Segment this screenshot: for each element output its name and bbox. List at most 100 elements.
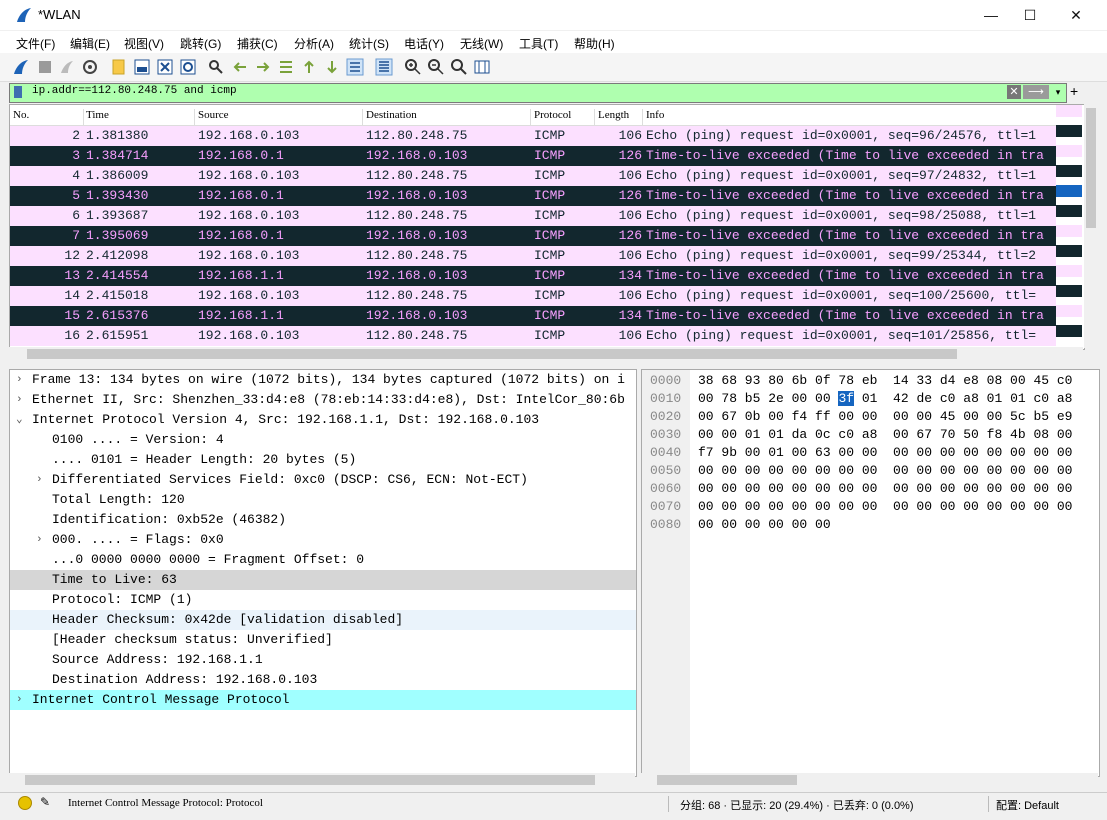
hex-row[interactable]: 0040 f7 9b 00 01 00 63 00 00 00 00 00 00 … bbox=[642, 444, 1099, 462]
packet-row[interactable]: 16 2.615951 192.168.0.103 112.80.248.75 ICMP… bbox=[10, 326, 1056, 346]
bytes-horizontal-scrollbar[interactable] bbox=[641, 773, 1098, 787]
packet-row[interactable]: 7 1.395069 192.168.0.1 192.168.0.103 ICMP 126… bbox=[10, 226, 1056, 246]
details-horizontal-scrollbar[interactable] bbox=[9, 773, 635, 787]
scrollbar-thumb[interactable] bbox=[25, 775, 595, 785]
hex-bytes[interactable]: 00 00 00 00 00 00 00 00 00 00 00 00 00 0… bbox=[698, 462, 1072, 480]
add-filter-button[interactable]: + bbox=[1070, 83, 1078, 99]
display-filter-input[interactable]: ip.addr==112.80.248.75 and icmp bbox=[32, 85, 237, 97]
menu-help[interactable]: 帮助(H) bbox=[574, 35, 615, 52]
menu-telephony[interactable]: 电话(Y) bbox=[404, 35, 444, 52]
reload-icon[interactable] bbox=[179, 58, 197, 76]
autoscroll-icon[interactable] bbox=[346, 58, 364, 76]
expand-chevron-icon[interactable]: › bbox=[16, 370, 23, 390]
resize-columns-icon[interactable] bbox=[473, 58, 491, 76]
packet-row[interactable]: 2 1.381380 192.168.0.103 112.80.248.75 ICMP 1… bbox=[10, 126, 1056, 146]
display-filter-bar[interactable]: ip.addr==112.80.248.75 and icmp ✕ ⟶ ▾ bbox=[9, 83, 1067, 103]
detail-tree-item[interactable]: › Ethernet II, Src: Shenzhen_33:d4:e8 (78… bbox=[10, 390, 636, 410]
menu-file[interactable]: 文件(F) bbox=[16, 35, 55, 52]
selected-byte[interactable]: 3f bbox=[838, 391, 855, 406]
zoom-normal-icon[interactable] bbox=[450, 58, 468, 76]
menu-edit[interactable]: 编辑(E) bbox=[70, 35, 110, 52]
detail-tree-item[interactable]: Header Checksum: 0x42de [validation disa… bbox=[10, 610, 636, 630]
packet-minimap[interactable] bbox=[1056, 105, 1082, 349]
go-to-packet-icon[interactable] bbox=[277, 58, 295, 76]
options-icon[interactable] bbox=[81, 58, 99, 76]
menu-analyze[interactable]: 分析(A) bbox=[294, 35, 334, 52]
detail-tree-item[interactable]: › Internet Control Message Protocol bbox=[10, 690, 636, 710]
packet-list-horizontal-scrollbar[interactable] bbox=[9, 347, 1083, 361]
menu-statistics[interactable]: 统计(S) bbox=[349, 35, 389, 52]
go-back-icon[interactable] bbox=[231, 58, 249, 76]
expand-chevron-icon[interactable]: › bbox=[36, 530, 43, 550]
detail-tree-item[interactable]: [Header checksum status: Unverified] bbox=[10, 630, 636, 650]
zoom-in-icon[interactable] bbox=[404, 58, 422, 76]
detail-tree-item[interactable]: › Frame 13: 134 bytes on wire (1072 bits)… bbox=[10, 370, 636, 390]
find-icon[interactable] bbox=[207, 58, 225, 76]
maximize-button[interactable]: ☐ bbox=[1007, 0, 1053, 30]
packet-row[interactable]: 15 2.615376 192.168.1.1 192.168.0.103 ICMP 13… bbox=[10, 306, 1056, 326]
hex-bytes[interactable]: 00 67 0b 00 f4 ff 00 00 00 00 45 00 00 5… bbox=[698, 408, 1072, 426]
status-profile[interactable]: 配置: Default bbox=[996, 797, 1059, 813]
column-header-destination[interactable]: Destination bbox=[366, 109, 531, 125]
detail-tree-item[interactable]: Destination Address: 192.168.0.103 bbox=[10, 670, 636, 690]
column-header-info[interactable]: Info bbox=[646, 109, 1046, 125]
menu-tools[interactable]: 工具(T) bbox=[519, 35, 558, 52]
expert-info-icon[interactable] bbox=[18, 796, 32, 810]
packet-list-vertical-scrollbar[interactable] bbox=[1084, 104, 1098, 348]
menu-capture[interactable]: 捕获(C) bbox=[237, 35, 278, 52]
detail-tree-item[interactable]: › 000. .... = Flags: 0x0 bbox=[10, 530, 636, 550]
hex-row[interactable]: 0020 00 67 0b 00 f4 ff 00 00 00 00 45 00 … bbox=[642, 408, 1099, 426]
collapse-chevron-icon[interactable]: ⌄ bbox=[16, 410, 23, 430]
go-first-icon[interactable] bbox=[300, 58, 318, 76]
packet-row[interactable]: 3 1.384714 192.168.0.1 192.168.0.103 ICMP 126… bbox=[10, 146, 1056, 166]
colorize-icon[interactable] bbox=[375, 58, 393, 76]
save-file-icon[interactable] bbox=[133, 58, 151, 76]
capture-comment-icon[interactable]: ✎ bbox=[40, 795, 50, 809]
clear-filter-icon[interactable]: ✕ bbox=[1007, 85, 1021, 99]
close-button[interactable]: ✕ bbox=[1053, 0, 1099, 30]
hex-bytes[interactable]: 00 00 00 00 00 00 bbox=[698, 516, 831, 534]
detail-tree-item[interactable]: Source Address: 192.168.1.1 bbox=[10, 650, 636, 670]
scrollbar-thumb[interactable] bbox=[1086, 108, 1096, 228]
restart-icon[interactable] bbox=[58, 58, 76, 76]
detail-tree-item[interactable]: Identification: 0xb52e (46382) bbox=[10, 510, 636, 530]
hex-row[interactable]: 0050 00 00 00 00 00 00 00 00 00 00 00 00 … bbox=[642, 462, 1099, 480]
expand-chevron-icon[interactable]: › bbox=[16, 390, 23, 410]
hex-bytes[interactable]: f7 9b 00 01 00 63 00 00 00 00 00 00 00 0… bbox=[698, 444, 1072, 462]
packet-row[interactable]: 14 2.415018 192.168.0.103 112.80.248.75 ICMP… bbox=[10, 286, 1056, 306]
bookmark-icon[interactable] bbox=[14, 86, 22, 98]
hex-row[interactable]: 0070 00 00 00 00 00 00 00 00 00 00 00 00 … bbox=[642, 498, 1099, 516]
packet-row[interactable]: 6 1.393687 192.168.0.103 112.80.248.75 ICMP 1… bbox=[10, 206, 1056, 226]
filter-history-dropdown-icon[interactable]: ▾ bbox=[1052, 85, 1064, 99]
open-file-icon[interactable] bbox=[110, 58, 128, 76]
detail-tree-item[interactable]: › Differentiated Services Field: 0xc0 (DS… bbox=[10, 470, 636, 490]
menu-view[interactable]: 视图(V) bbox=[124, 35, 164, 52]
packet-row[interactable]: 12 2.412098 192.168.0.103 112.80.248.75 ICMP… bbox=[10, 246, 1056, 266]
go-forward-icon[interactable] bbox=[254, 58, 272, 76]
hex-bytes[interactable]: 00 00 00 00 00 00 00 00 00 00 00 00 00 0… bbox=[698, 498, 1072, 516]
hex-bytes[interactable]: 00 78 b5 2e 00 00 3f 01 42 de c0 a8 01 0… bbox=[698, 390, 1072, 408]
expand-chevron-icon[interactable]: › bbox=[16, 690, 23, 710]
column-header-length[interactable]: Length bbox=[598, 109, 643, 125]
column-header-time[interactable]: Time bbox=[86, 109, 195, 125]
hex-bytes[interactable]: 00 00 01 01 da 0c c0 a8 00 67 70 50 f8 4… bbox=[698, 426, 1072, 444]
hex-row[interactable]: 0010 00 78 b5 2e 00 00 3f 01 42 de c0 a8 … bbox=[642, 390, 1099, 408]
column-header-source[interactable]: Source bbox=[198, 109, 363, 125]
zoom-out-icon[interactable] bbox=[427, 58, 445, 76]
scrollbar-thumb[interactable] bbox=[27, 349, 957, 359]
hex-row[interactable]: 0080 00 00 00 00 00 00 bbox=[642, 516, 1099, 534]
detail-tree-item[interactable]: ...0 0000 0000 0000 = Fragment Offset: 0 bbox=[10, 550, 636, 570]
hex-bytes[interactable]: 38 68 93 80 6b 0f 78 eb 14 33 d4 e8 08 0… bbox=[698, 372, 1072, 390]
menu-go[interactable]: 跳转(G) bbox=[180, 35, 221, 52]
hex-bytes[interactable]: 00 00 00 00 00 00 00 00 00 00 00 00 00 0… bbox=[698, 480, 1072, 498]
column-header-protocol[interactable]: Protocol bbox=[534, 109, 595, 125]
column-header-no[interactable]: No. bbox=[13, 109, 84, 125]
go-last-icon[interactable] bbox=[323, 58, 341, 76]
packet-row[interactable]: 13 2.414554 192.168.1.1 192.168.0.103 ICMP 13… bbox=[10, 266, 1056, 286]
close-file-icon[interactable] bbox=[156, 58, 174, 76]
hex-row[interactable]: 0030 00 00 01 01 da 0c c0 a8 00 67 70 50 … bbox=[642, 426, 1099, 444]
detail-tree-item[interactable]: Protocol: ICMP (1) bbox=[10, 590, 636, 610]
hex-row[interactable]: 0000 38 68 93 80 6b 0f 78 eb 14 33 d4 e8 … bbox=[642, 372, 1099, 390]
detail-tree-item[interactable]: 0100 .... = Version: 4 bbox=[10, 430, 636, 450]
detail-tree-item[interactable]: Time to Live: 63 bbox=[10, 570, 636, 590]
